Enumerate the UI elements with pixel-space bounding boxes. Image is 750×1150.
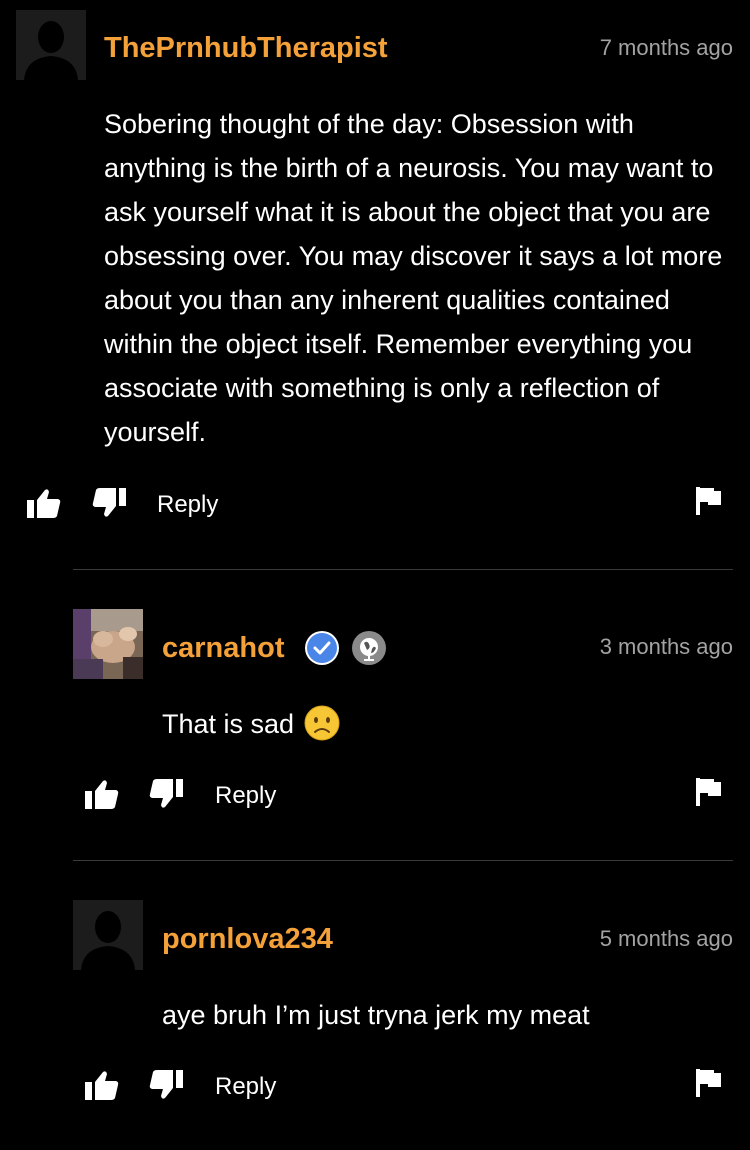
reply-button[interactable]: Reply (157, 490, 218, 520)
flag-button[interactable] (696, 487, 722, 520)
comment-text: That is sad (162, 709, 295, 739)
flag-icon (696, 778, 721, 806)
dislike-button[interactable] (92, 488, 126, 523)
flag-icon (696, 1069, 721, 1097)
thumbs-up-icon (85, 1071, 119, 1100)
username[interactable]: pornlova234 (162, 922, 333, 956)
thumbs-up-icon (27, 489, 61, 518)
thumbs-down-icon (149, 1070, 183, 1099)
timestamp: 3 months ago (599, 634, 733, 659)
flag-icon (696, 487, 721, 515)
like-button[interactable] (27, 488, 61, 523)
reply-button[interactable]: Reply (215, 781, 276, 811)
timestamp: 5 months ago (599, 926, 733, 951)
username[interactable]: carnahot (162, 631, 284, 665)
thumbs-up-icon (85, 780, 119, 809)
avatar[interactable] (73, 900, 143, 970)
username[interactable]: ThePrnhubTherapist (104, 31, 388, 65)
user-photo (73, 609, 143, 679)
comment-text-row: That is sad (162, 702, 722, 746)
globe-icon (352, 631, 386, 665)
avatar[interactable] (73, 609, 143, 679)
timestamp: 7 months ago (599, 35, 733, 60)
thumbs-down-icon (92, 488, 126, 517)
reply-button[interactable]: Reply (215, 1072, 276, 1102)
default-user-icon (16, 10, 86, 80)
dislike-button[interactable] (149, 1070, 183, 1105)
divider (73, 569, 733, 570)
flag-button[interactable] (696, 1069, 722, 1102)
divider (73, 860, 733, 861)
avatar[interactable] (16, 10, 86, 80)
thumbs-down-icon (149, 779, 183, 808)
flag-button[interactable] (696, 778, 722, 811)
like-button[interactable] (85, 779, 119, 814)
dislike-button[interactable] (149, 779, 183, 814)
comment-text: Sobering thought of the day: Obsession w… (104, 109, 723, 447)
verified-icon (305, 631, 339, 665)
sad-face-emoji (304, 705, 340, 741)
like-button[interactable] (85, 1070, 119, 1105)
default-user-icon (73, 900, 143, 970)
comment-text: aye bruh I’m just tryna jerk my meat (162, 1000, 590, 1030)
